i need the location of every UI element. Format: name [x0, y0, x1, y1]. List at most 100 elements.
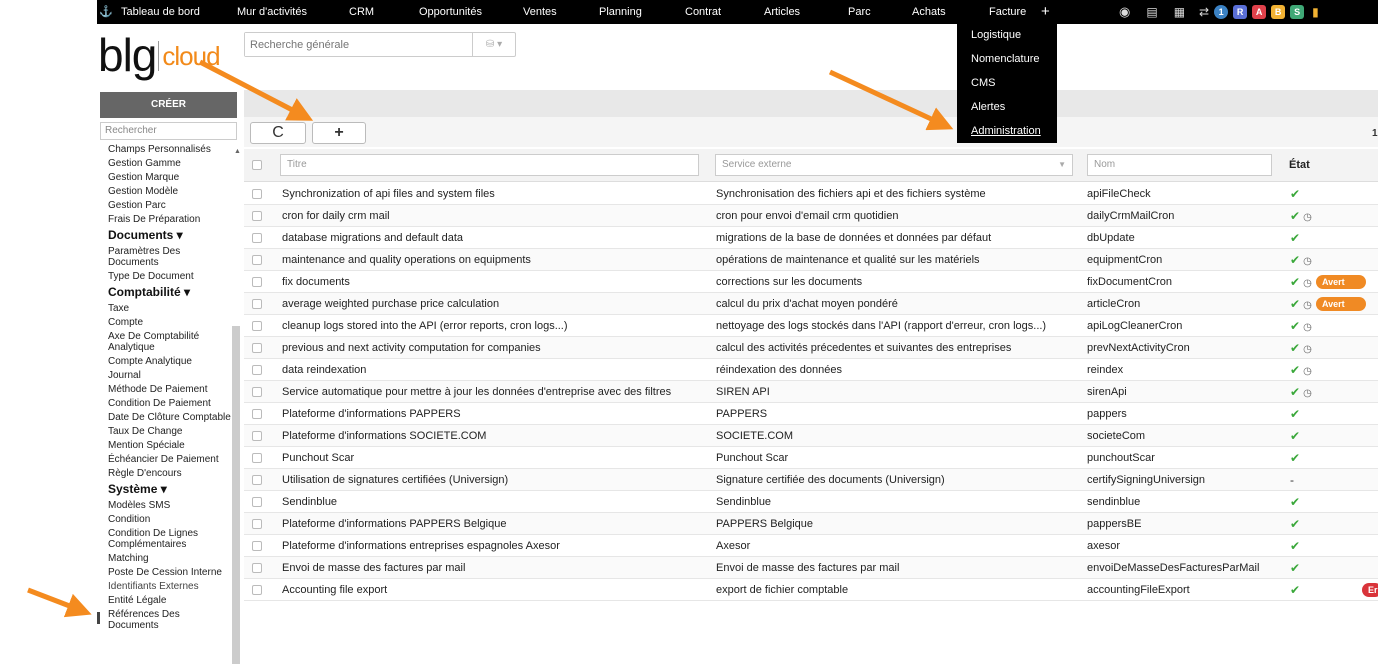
database-icon[interactable]: ⛁ ▾ — [472, 33, 515, 56]
row-checkbox[interactable] — [252, 321, 262, 331]
table-row[interactable]: Plateforme d'informations entreprises es… — [244, 535, 1378, 557]
dropdown-item[interactable]: CMS — [971, 77, 995, 89]
sidebar-section-heading[interactable]: Comptabilité ▾ — [108, 285, 232, 299]
sidebar-section-heading[interactable]: Système ▾ — [108, 482, 232, 496]
table-row[interactable]: average weighted purchase price calculat… — [244, 293, 1378, 315]
dropdown-item[interactable]: Nomenclature — [971, 53, 1039, 65]
nav-opportunites[interactable]: Opportunités — [419, 0, 482, 24]
nav-ventes[interactable]: Ventes — [523, 0, 557, 24]
nav-crm[interactable]: CRM — [349, 0, 374, 24]
row-checkbox[interactable] — [252, 585, 262, 595]
filter-nom[interactable]: Nom — [1087, 154, 1272, 176]
row-checkbox[interactable] — [252, 563, 262, 573]
dropdown-item[interactable]: Logistique — [971, 29, 1021, 41]
sidebar-item[interactable]: Échéancier De Paiement — [108, 454, 232, 465]
nav-achats[interactable]: Achats — [912, 0, 946, 24]
add-button[interactable]: + — [312, 122, 366, 144]
table-row[interactable]: fix documents corrections sur les documen… — [244, 271, 1378, 293]
sidebar-item[interactable]: Gestion Gamme — [108, 158, 232, 169]
calendar-icon[interactable]: ▤ — [1146, 5, 1157, 19]
sidebar-item[interactable]: Matching — [108, 553, 232, 564]
table-row[interactable]: data reindexation réindexation des donnée… — [244, 359, 1378, 381]
sidebar-item[interactable]: Compte Analytique — [108, 356, 232, 367]
filter-service-externe[interactable]: Service externe ▼ — [715, 154, 1073, 176]
transfer-icon[interactable]: ⇄ — [1199, 5, 1209, 19]
table-row[interactable]: Plateforme d'informations SOCIETE.COM SOC… — [244, 425, 1378, 447]
sidebar-item[interactable]: Journal — [108, 370, 232, 381]
home-icon[interactable]: ⚓ — [99, 0, 113, 24]
sidebar-item[interactable]: Condition — [108, 514, 232, 525]
sidebar-item[interactable]: Frais De Préparation — [108, 214, 232, 225]
sidebar-item[interactable]: Date De Clôture Comptable — [108, 412, 232, 423]
table-row[interactable]: maintenance and quality operations on eq… — [244, 249, 1378, 271]
sidebar-item[interactable]: Taxe — [108, 303, 232, 314]
table-row[interactable]: database migrations and default data migr… — [244, 227, 1378, 249]
row-checkbox[interactable] — [252, 387, 262, 397]
row-checkbox[interactable] — [252, 277, 262, 287]
row-checkbox[interactable] — [252, 475, 262, 485]
sidebar-item[interactable]: Compte — [108, 317, 232, 328]
sidebar-item[interactable]: Mention Spéciale — [108, 440, 232, 451]
table-row[interactable]: Synchronization of api files and system … — [244, 183, 1378, 205]
nav-plus-button[interactable]: + — [1041, 0, 1050, 24]
table-row[interactable]: Envoi de masse des factures par mail Envo… — [244, 557, 1378, 579]
sidebar-item[interactable]: Type De Document — [108, 271, 232, 282]
sidebar-item[interactable]: Entité Légale — [108, 595, 232, 606]
apps-grid-icon[interactable]: ▦ — [1174, 5, 1185, 19]
nav-contrat[interactable]: Contrat — [685, 0, 721, 24]
sidebar-item[interactable]: Références Des Documents — [108, 609, 232, 631]
dropdown-item[interactable]: Alertes — [971, 101, 1005, 113]
select-all-checkbox[interactable] — [252, 160, 262, 170]
scroll-up-icon[interactable]: ▲ — [234, 148, 241, 155]
table-row[interactable]: cron for daily crm mail cron pour envoi d… — [244, 205, 1378, 227]
table-row[interactable]: Utilisation de signatures certifiées (Un… — [244, 469, 1378, 491]
sidebar-item[interactable]: Gestion Parc — [108, 200, 232, 211]
nav-facture[interactable]: Facture — [989, 0, 1026, 24]
sidebar-item[interactable]: Paramètres Des Documents — [108, 246, 232, 268]
sidebar-item[interactable]: Taux De Change — [108, 426, 232, 437]
sidebar-item[interactable]: Axe De Comptabilité Analytique — [108, 331, 232, 353]
sidebar-item[interactable]: Méthode De Paiement — [108, 384, 232, 395]
row-checkbox[interactable] — [252, 431, 262, 441]
nav-parc[interactable]: Parc — [848, 0, 871, 24]
sidebar-item[interactable]: Champs Personnalisés — [108, 144, 232, 155]
nav-planning[interactable]: Planning — [599, 0, 642, 24]
notification-badge[interactable]: 1 — [1214, 5, 1229, 19]
row-checkbox[interactable] — [252, 541, 262, 551]
table-row[interactable]: previous and next activity computation f… — [244, 337, 1378, 359]
sidebar-search-input[interactable]: Rechercher — [100, 122, 237, 140]
sidebar-scrollbar[interactable] — [232, 326, 240, 664]
sidebar-item[interactable]: Règle D'encours — [108, 468, 232, 479]
row-checkbox[interactable] — [252, 453, 262, 463]
global-search-input[interactable] — [245, 33, 472, 56]
eye-icon[interactable]: ◉ — [1119, 4, 1130, 20]
app-logo[interactable]: blg cloud — [98, 32, 221, 82]
sidebar-item[interactable]: Identifiants Externes — [108, 581, 232, 592]
sidebar-section-heading[interactable]: Documents ▾ — [108, 228, 232, 242]
row-checkbox[interactable] — [252, 233, 262, 243]
table-row[interactable]: Plateforme d'informations PAPPERS Belgiq… — [244, 513, 1378, 535]
sidebar-item[interactable]: Gestion Modèle — [108, 186, 232, 197]
row-checkbox[interactable] — [252, 519, 262, 529]
row-checkbox[interactable] — [252, 189, 262, 199]
sidebar-item[interactable]: Gestion Marque — [108, 172, 232, 183]
nav-articles[interactable]: Articles — [764, 0, 800, 24]
lock-icon[interactable]: ▮ — [1312, 5, 1319, 19]
user-badge-b[interactable]: B — [1271, 5, 1286, 19]
nav-mur-activites[interactable]: Mur d'activités — [237, 0, 307, 24]
sidebar-item[interactable]: Condition De Lignes Complémentaires — [108, 528, 232, 550]
nav-tableau-de-bord[interactable]: Tableau de bord — [121, 0, 200, 24]
refresh-button[interactable]: C — [250, 122, 306, 144]
sidebar-item[interactable]: Poste De Cession Interne — [108, 567, 232, 578]
user-badge-s[interactable]: S — [1290, 5, 1305, 19]
filter-titre[interactable]: Titre — [280, 154, 699, 176]
table-row[interactable]: Accounting file export export de fichier … — [244, 579, 1378, 601]
row-checkbox[interactable] — [252, 255, 262, 265]
create-button[interactable]: CRÉER — [100, 92, 237, 118]
row-checkbox[interactable] — [252, 343, 262, 353]
dropdown-item[interactable]: Administration — [971, 125, 1041, 137]
row-checkbox[interactable] — [252, 497, 262, 507]
user-badge-a[interactable]: A — [1252, 5, 1267, 19]
table-row[interactable]: Sendinblue Sendinblue sendinblue ✔ — [244, 491, 1378, 513]
row-checkbox[interactable] — [252, 211, 262, 221]
